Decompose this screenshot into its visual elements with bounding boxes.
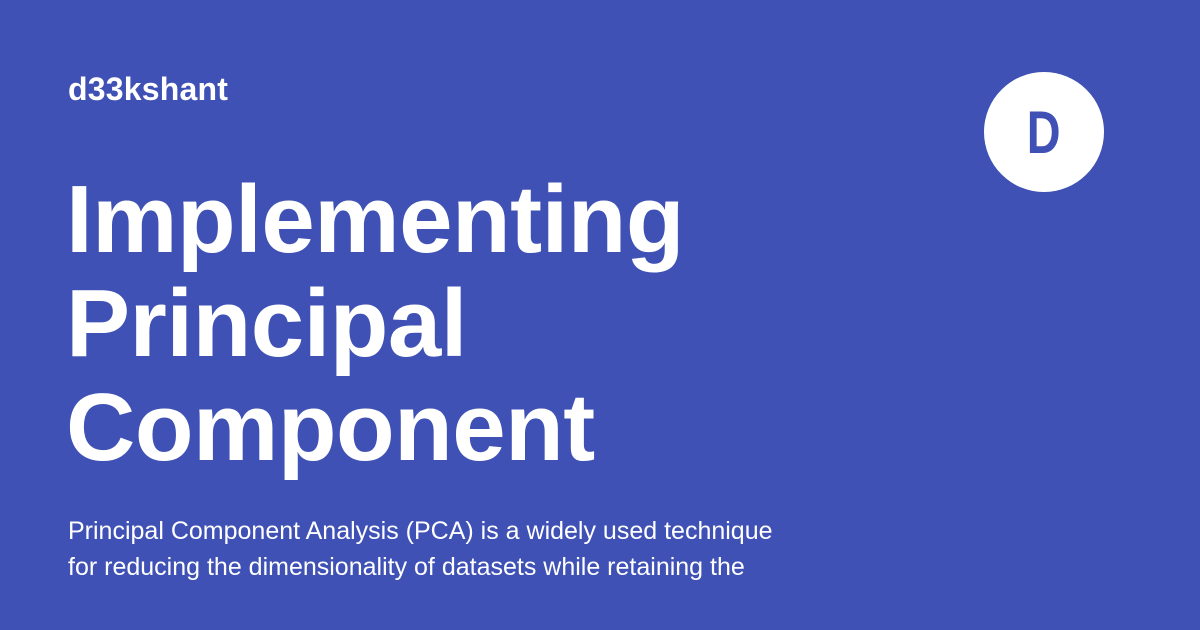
post-description: Principal Component Analysis (PCA) is a … <box>68 513 888 585</box>
social-preview-card: d33kshant Implementing Principal Compone… <box>0 0 1200 630</box>
post-description-line: Principal Component Analysis (PCA) is a … <box>68 517 773 545</box>
post-title-line: Implementing <box>66 166 685 273</box>
site-logo: D <box>984 72 1104 192</box>
post-description-line: for reducing the dimensionality of datas… <box>68 553 745 581</box>
post-title-line: Component <box>66 374 595 481</box>
logo-letter: D <box>1027 99 1061 166</box>
site-name: d33kshant <box>68 71 229 107</box>
post-title-line: Principal <box>66 270 467 377</box>
post-title: Implementing Principal Component <box>66 168 926 480</box>
